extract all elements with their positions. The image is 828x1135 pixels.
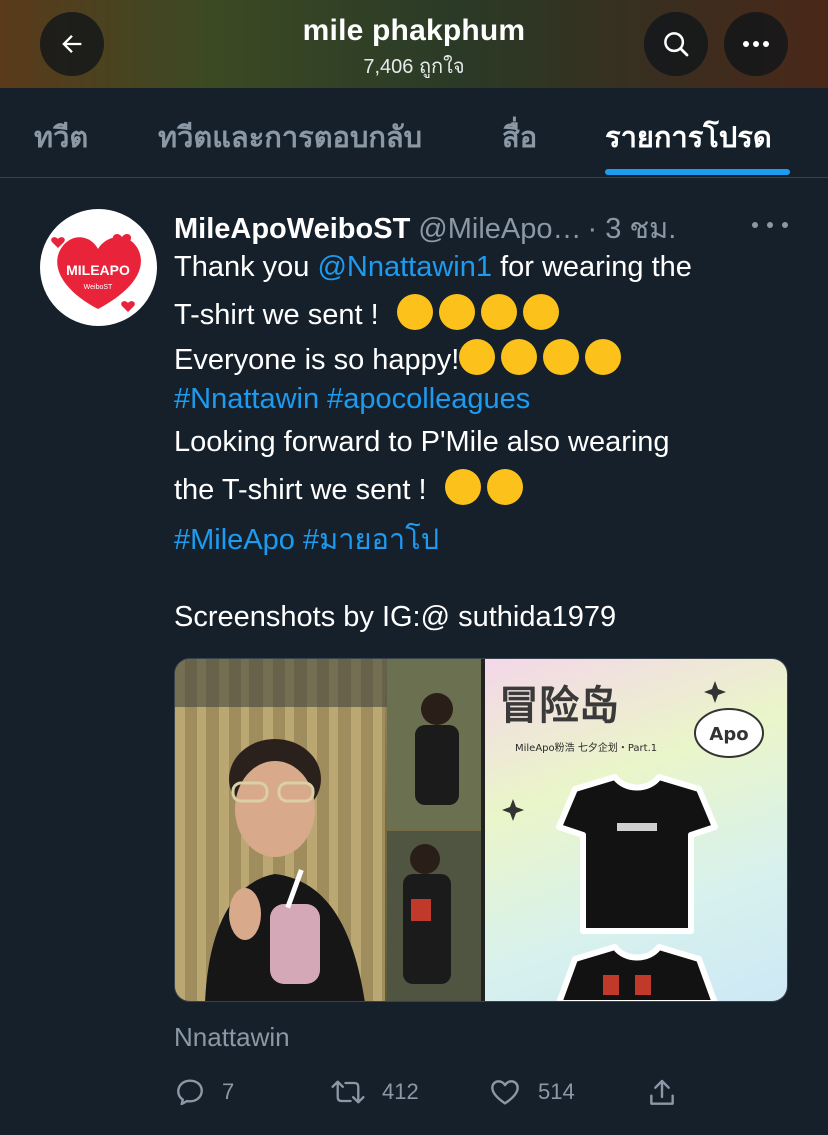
promo-title: 冒险岛 [499, 683, 619, 729]
tweet-header: MileApoWeiboST @MileApo… · 3 ชม. [174, 205, 676, 245]
kiss-emoji-icon [438, 294, 475, 330]
user-handle[interactable]: @MileApo… [418, 213, 581, 245]
retweet-button[interactable]: 412 [330, 1076, 419, 1108]
hashtags-line-2[interactable]: #MileApo #มายอาโป [174, 516, 439, 562]
tab-tweets-replies[interactable]: ทวีตและการตอบกลับ [158, 114, 422, 160]
promo-subtitle: MileApo粉浩 七夕企划・Part.1 [515, 741, 657, 754]
share-button[interactable] [646, 1076, 694, 1110]
display-name[interactable]: MileApoWeiboST [174, 213, 410, 245]
kiss-emoji-icon [480, 294, 517, 330]
tweet-line-6: the T-shirt we sent ! [174, 469, 529, 507]
laugh-emoji-icon [486, 469, 523, 505]
media-photo-right[interactable]: 冒险岛 MileApo粉浩 七夕企划・Part.1 Apo [485, 659, 787, 1001]
tweet-text: the T-shirt we sent ! [174, 474, 427, 506]
tab-likes[interactable]: รายการโปรด [605, 114, 772, 160]
party-emoji-icon [543, 339, 580, 375]
tab-tweets[interactable]: ทวีต [34, 114, 88, 160]
tweet-time[interactable]: · 3 ชม. [588, 213, 677, 245]
party-emoji-icon [459, 339, 496, 375]
tweet-text: Thank you [174, 251, 318, 283]
kiss-emoji-icon [522, 294, 559, 330]
retweet-count: 412 [382, 1079, 419, 1104]
like-button[interactable]: 514 [488, 1076, 575, 1108]
tweet-line-3: Everyone is so happy! [174, 339, 627, 377]
avatar-text: MILEAPO [66, 262, 130, 278]
reply-count: 7 [222, 1079, 235, 1104]
more-icon [743, 41, 769, 47]
avatar-logo: MILEAPO WeiboST [51, 234, 141, 312]
tshirt-promo-image: 冒险岛 MileApo粉浩 七夕企划・Part.1 Apo [499, 681, 764, 1001]
tweet-media[interactable]: 冒险岛 MileApo粉浩 七夕企划・Part.1 Apo [174, 658, 788, 1002]
reply-button[interactable]: 7 [174, 1076, 234, 1108]
promo-bubble: Apo [709, 724, 748, 745]
avatar[interactable]: MILEAPO WeiboST [40, 209, 157, 326]
tweet-actions: 7 412 514 [0, 1070, 828, 1120]
tweet-text: Everyone is so happy! [174, 344, 460, 376]
active-tab-indicator [605, 169, 790, 175]
tweet-text: for wearing the [492, 251, 692, 283]
tab-media[interactable]: สื่อ [502, 114, 537, 160]
heart-icon [491, 1080, 519, 1105]
party-emoji-icon [585, 339, 622, 375]
tweet-line-8: Screenshots by IG:@ suthida1979 [174, 601, 617, 633]
tweet-more-icon[interactable] [752, 214, 788, 236]
kiss-emoji-icon [396, 294, 433, 330]
profile-tabs: ทวีต ทวีตและการตอบกลับ สื่อ รายการโปรด [0, 88, 828, 178]
tweet-line-1: Thank you @Nnattawin1 for wearing the [174, 251, 692, 284]
search-icon [664, 32, 689, 57]
retweet-icon [331, 1080, 365, 1104]
tweet-line-2: T-shirt we sent ! [174, 294, 565, 332]
mention-link[interactable]: @Nnattawin1 [317, 251, 492, 283]
media-photo-left[interactable] [175, 659, 481, 1001]
search-button[interactable] [644, 12, 708, 76]
hashtags-line-1[interactable]: #Nnattawin #apocolleagues [174, 383, 530, 416]
party-emoji-icon [501, 339, 538, 375]
avatar-subtext: WeiboST [84, 284, 113, 291]
tweet-text: T-shirt we sent ! [174, 299, 379, 331]
profile-header: mile phakphum 7,406 ถูกใจ [0, 0, 828, 88]
tweet-line-5: Looking forward to P'Mile also wearing [174, 426, 670, 458]
tagged-user[interactable]: Nnattawin [174, 1022, 290, 1053]
share-icon [650, 1079, 674, 1105]
photo-collage [175, 659, 481, 1001]
reply-icon [177, 1079, 203, 1106]
more-button[interactable] [724, 12, 788, 76]
laugh-emoji-icon [444, 469, 481, 505]
like-count: 514 [538, 1079, 575, 1104]
